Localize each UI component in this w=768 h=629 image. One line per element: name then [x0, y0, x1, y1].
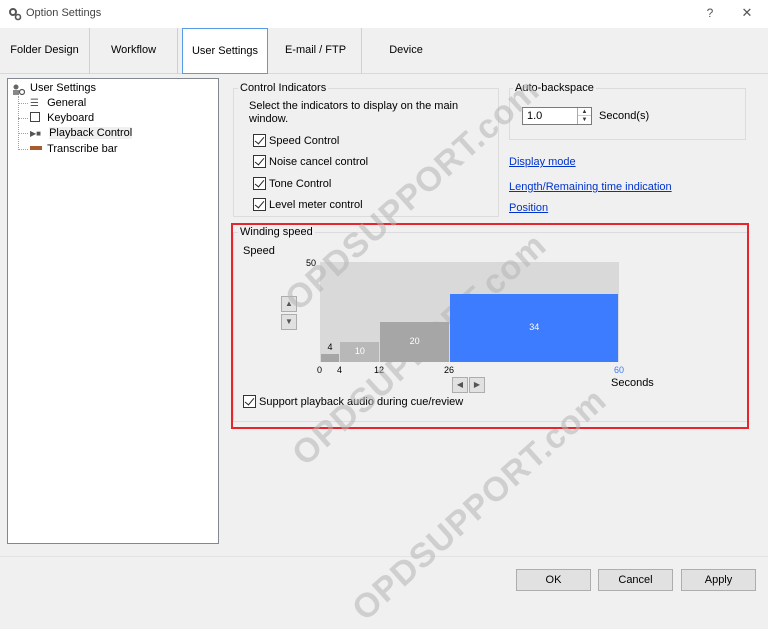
x-tick-label: 12: [374, 365, 385, 375]
move-left-arrow-icon[interactable]: ◀: [452, 377, 468, 393]
control-indicators-description: Select the indicators to display on the …: [249, 100, 459, 125]
list-icon: ☰: [30, 98, 39, 109]
cancel-button[interactable]: Cancel: [598, 569, 673, 591]
tree-connector: [18, 96, 19, 150]
move-right-arrow-icon[interactable]: ▶: [469, 377, 485, 393]
length-indication-link[interactable]: Length/Remaining time indication: [509, 181, 672, 193]
apply-button[interactable]: Apply: [681, 569, 756, 591]
tone-control-checkbox[interactable]: [253, 177, 266, 190]
tab-strip: Folder Design Workflow User Settings E-m…: [0, 28, 768, 74]
tab-device[interactable]: Device: [362, 28, 450, 74]
tab-user-settings[interactable]: User Settings: [182, 28, 268, 74]
settings-gear-icon: [9, 8, 22, 21]
title-bar: [0, 0, 768, 28]
tree-item-label: Transcribe bar: [47, 143, 118, 155]
y-tick-label: 50: [306, 258, 317, 268]
spinner-buttons: ▲ ▼: [577, 108, 591, 124]
window-title: Option Settings: [26, 7, 102, 19]
tab-workflow[interactable]: Workflow: [90, 28, 178, 74]
tree-connector: [18, 149, 28, 150]
speed-bar-0[interactable]: [320, 354, 340, 362]
display-mode-link[interactable]: Display mode: [509, 156, 576, 168]
tree-connector: [18, 118, 28, 119]
tree-item-keyboard[interactable]: Keyboard: [30, 112, 94, 124]
x-tick-label: 4: [337, 365, 343, 375]
playback-icon: ▶■: [30, 129, 41, 138]
speed-bar-value-label: 10: [354, 346, 365, 356]
tree-connector: [18, 103, 28, 104]
tree-item-user-settings[interactable]: User Settings: [30, 82, 96, 94]
speed-bar-value-label: 20: [409, 336, 420, 346]
tree-connector: [18, 133, 28, 134]
level-meter-checkbox[interactable]: [253, 198, 266, 211]
tab-folder-design[interactable]: Folder Design: [0, 28, 90, 74]
auto-backspace-title: Auto-backspace: [513, 82, 596, 94]
control-indicators-title: Control Indicators: [238, 82, 329, 94]
support-playback-checkbox[interactable]: [243, 395, 256, 408]
noise-cancel-checkbox[interactable]: [253, 155, 266, 168]
speed-control-checkbox[interactable]: [253, 134, 266, 147]
keyboard-icon: [30, 112, 40, 122]
footer-divider: [0, 556, 768, 557]
tree-item-general[interactable]: ☰ General: [30, 97, 86, 109]
x-tick-label-max: 60: [614, 365, 625, 375]
speed-axis-label: Speed: [243, 245, 275, 257]
speed-control-label: Speed Control: [269, 135, 340, 147]
ok-button[interactable]: OK: [516, 569, 591, 591]
help-button[interactable]: ?: [703, 6, 717, 20]
winding-speed-title: Winding speed: [238, 226, 315, 238]
auto-backspace-value: 1.0: [527, 110, 543, 122]
level-meter-label: Level meter control: [269, 199, 363, 211]
position-link[interactable]: Position: [509, 202, 548, 214]
speed-up-arrow-icon[interactable]: ▲: [281, 296, 297, 312]
tab-email-ftp[interactable]: E-mail / FTP: [270, 28, 362, 74]
tree-item-transcribe-bar[interactable]: Transcribe bar: [30, 143, 118, 155]
tree-item-label: Keyboard: [47, 112, 95, 124]
close-button[interactable]: ✕: [740, 5, 754, 21]
transcribe-bar-icon: [30, 146, 42, 150]
x-tick-label: 0: [317, 365, 323, 375]
user-settings-icon: [13, 84, 25, 96]
x-tick-label: 26: [444, 365, 455, 375]
tree-item-playback-control[interactable]: ▶■ Playback Control: [30, 127, 133, 139]
seconds-axis-label: Seconds: [611, 377, 654, 389]
tree-item-label: Playback Control: [49, 127, 133, 139]
support-playback-label: Support playback audio during cue/review: [259, 396, 464, 408]
spin-down-icon[interactable]: ▼: [578, 116, 591, 124]
settings-tree: User Settings ☰ General Keyboard ▶■ Play…: [7, 78, 219, 544]
tree-item-label: General: [47, 97, 87, 109]
auto-backspace-unit: Second(s): [599, 110, 650, 122]
spin-up-icon[interactable]: ▲: [578, 108, 591, 116]
speed-down-arrow-icon[interactable]: ▼: [281, 314, 297, 330]
auto-backspace-spinner[interactable]: 1.0 ▲ ▼: [522, 107, 592, 125]
noise-cancel-label: Noise cancel control: [269, 156, 369, 168]
speed-bar-value-label: 4: [327, 342, 333, 352]
tone-control-label: Tone Control: [269, 178, 332, 190]
speed-bar-value-label: 34: [529, 322, 540, 332]
